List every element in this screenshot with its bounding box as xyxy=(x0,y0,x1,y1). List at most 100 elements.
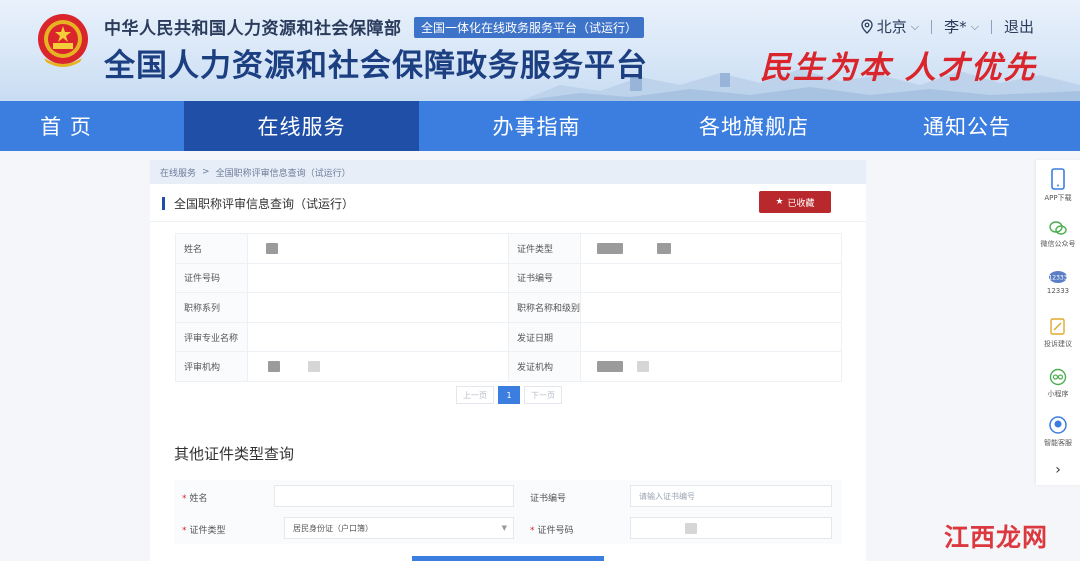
title-info-table: 姓名 证件类型 证件号码 证书编号 职称系列 职称名称和级别 评审专业名称 发证… xyxy=(174,233,842,382)
sidebar-label: 小程序 xyxy=(1047,390,1069,398)
national-emblem-icon xyxy=(38,14,88,67)
query-button[interactable] xyxy=(412,556,604,561)
id-number-input[interactable] xyxy=(630,517,832,539)
nav-local-stores[interactable]: 各地旗舰店 xyxy=(654,101,854,151)
redacted-value xyxy=(268,361,281,373)
section-header: 全国职称评审信息查询（试运行） ★ 已收藏 xyxy=(150,184,866,222)
table-row: 职称系列 职称名称和级别 xyxy=(174,292,842,323)
label-issuing-org: 发证机构 xyxy=(507,351,582,382)
page-1-button[interactable]: 1 xyxy=(498,386,520,404)
value-issue-date xyxy=(580,321,842,353)
sidebar-item-wechat[interactable]: 微信公众号 xyxy=(1036,220,1080,249)
chevron-down-icon: ⌵ xyxy=(910,19,920,33)
sidebar-label: APP下载 xyxy=(1044,194,1072,202)
breadcrumb-current: 全国职称评审信息查询（试运行） xyxy=(215,168,351,179)
sidebar-item-12333[interactable]: 12333 12333 xyxy=(1036,270,1080,295)
site-header: 中华人民共和国人力资源和社会保障部 全国一体化在线政务服务平台（试运行） 全国人… xyxy=(0,0,1080,101)
divider xyxy=(931,19,933,34)
edit-icon xyxy=(1050,318,1065,335)
value-name xyxy=(247,233,509,264)
label-title-series: 职称系列 xyxy=(174,292,249,323)
sidebar-expand-button[interactable]: › xyxy=(1036,462,1080,478)
id-type-select[interactable]: 居民身份证（户口簿） ▼ xyxy=(284,517,514,539)
section-title: 全国职称评审信息查询（试运行） xyxy=(174,197,355,211)
nav-guide[interactable]: 办事指南 xyxy=(419,101,654,151)
location-selector[interactable]: 北京 ⌵ xyxy=(861,16,919,37)
redacted-value xyxy=(266,242,279,254)
value-title-name-level xyxy=(580,292,842,323)
other-query-form: * 姓名 证书编号 请输入证书编号 * 证件类型 居民身份证（户口簿） ▼ * 证件号… xyxy=(174,480,842,544)
table-row: 评审专业名称 发证日期 xyxy=(174,321,842,353)
redacted-value xyxy=(685,522,697,534)
form-row: * 姓名 证书编号 请输入证书编号 xyxy=(174,480,842,512)
required-asterisk: * xyxy=(530,526,535,536)
divider xyxy=(990,19,992,34)
title-accent-bar xyxy=(162,197,165,210)
chevron-down-icon: ⌵ xyxy=(970,19,979,33)
sidebar-label: 微信公众号 xyxy=(1040,240,1076,248)
value-issuing-org xyxy=(580,351,842,382)
table-row: 评审机构 发证机构 xyxy=(174,351,842,382)
value-cert-number xyxy=(580,262,842,294)
wechat-icon xyxy=(1049,221,1067,235)
redacted-value xyxy=(597,361,624,373)
value-review-org xyxy=(247,351,509,382)
label-issue-date: 发证日期 xyxy=(507,321,582,353)
other-query-title: 其他证件类型查询 xyxy=(174,445,295,463)
logout-link[interactable]: 退出 xyxy=(1004,16,1034,37)
platform-badge: 全国一体化在线政务服务平台（试运行） xyxy=(414,17,645,38)
redacted-value xyxy=(657,242,672,254)
nav-home[interactable]: 首 页 xyxy=(0,101,132,151)
user-menu[interactable]: 李* ⌵ xyxy=(944,16,979,37)
prev-page-button[interactable]: 上一页 xyxy=(456,386,494,404)
ministry-name: 中华人民共和国人力资源和社会保障部 xyxy=(104,19,402,39)
label-id-type: 证件类型 xyxy=(507,233,582,264)
cert-number-input[interactable]: 请输入证书编号 xyxy=(630,485,832,507)
redacted-value xyxy=(637,361,650,373)
value-id-number xyxy=(247,262,509,294)
mini-program-icon xyxy=(1049,368,1067,386)
top-links: 北京 ⌵ 李* ⌵ 退出 xyxy=(861,16,1034,37)
chevron-down-icon: ▼ xyxy=(501,524,507,532)
star-icon: ★ xyxy=(775,197,784,207)
table-row: 证件号码 证书编号 xyxy=(174,262,842,294)
sidebar-label: 12333 xyxy=(1046,287,1070,295)
sidebar-item-mini-program[interactable]: 小程序 xyxy=(1036,368,1080,399)
location-label: 北京 xyxy=(876,18,907,36)
table-row: 姓名 证件类型 xyxy=(174,233,842,264)
next-page-button[interactable]: 下一页 xyxy=(524,386,562,404)
breadcrumb-separator: > xyxy=(202,167,210,177)
label-id-number: 证件号码 xyxy=(174,262,249,294)
value-id-type xyxy=(580,233,842,264)
label-cert-number: 证书编号 xyxy=(507,262,582,294)
favorite-button[interactable]: ★ 已收藏 xyxy=(759,191,831,213)
required-asterisk: * xyxy=(182,526,187,536)
sidebar-item-app-download[interactable]: APP下载 xyxy=(1036,168,1080,203)
breadcrumb-online-services[interactable]: 在线服务 xyxy=(160,166,196,179)
label-title-name-level: 职称名称和级别 xyxy=(507,292,582,323)
id-number-field-label: * 证件号码 xyxy=(530,526,574,536)
label-review-major: 评审专业名称 xyxy=(174,321,249,353)
watermark-logo: 江西龙网 xyxy=(944,523,1049,552)
chevron-right-icon: › xyxy=(1055,462,1061,478)
support-icon xyxy=(1049,416,1067,434)
user-name: 李* xyxy=(944,18,967,36)
pagination: 上一页 1 下一页 xyxy=(456,386,562,404)
cert-number-field-label: 证书编号 xyxy=(530,494,567,504)
value-title-series xyxy=(247,292,509,323)
name-field-label: * 姓名 xyxy=(182,494,208,504)
sidebar-label: 智能客服 xyxy=(1044,439,1072,447)
main-panel: 在线服务 > 全国职称评审信息查询（试运行） 全国职称评审信息查询（试运行） ★… xyxy=(150,160,866,561)
main-nav: 首 页 在线服务 办事指南 各地旗舰店 通知公告 xyxy=(0,101,1080,151)
breadcrumb: 在线服务 > 全国职称评审信息查询（试运行） xyxy=(150,160,866,184)
site-title: 全国人力资源和社会保障政务服务平台 xyxy=(104,48,648,84)
nav-online-services[interactable]: 在线服务 xyxy=(184,101,419,151)
id-type-selected-value: 居民身份证（户口簿） xyxy=(293,523,373,533)
nav-announcements[interactable]: 通知公告 xyxy=(854,101,1080,151)
sidebar-item-feedback[interactable]: 投诉建议 xyxy=(1036,318,1080,349)
name-input[interactable] xyxy=(274,485,514,507)
sidebar-label: 投诉建议 xyxy=(1044,340,1072,348)
sidebar-item-smart-support[interactable]: 智能客服 xyxy=(1036,415,1080,448)
location-pin-icon xyxy=(861,19,873,34)
